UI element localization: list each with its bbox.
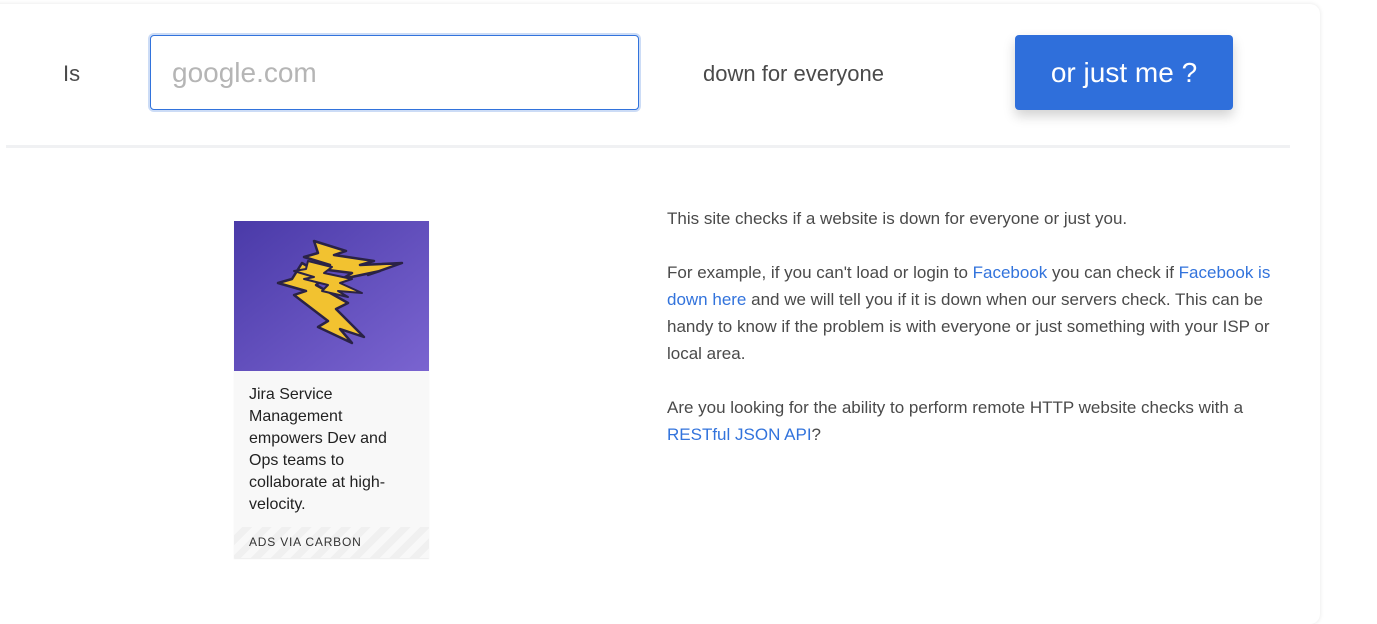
ad-text-link[interactable]: Jira Service Management empowers Dev and… [249, 384, 414, 516]
description-paragraph-1: This site checks if a website is down fo… [667, 209, 1128, 228]
p2-text-before: For example, if you can't load or login … [667, 263, 973, 282]
description-paragraph-3: Are you looking for the ability to perfo… [667, 394, 1277, 448]
lightning-bolt-ad-image[interactable] [234, 221, 429, 371]
is-label: Is [63, 61, 81, 86]
check-button[interactable]: or just me ? [1015, 35, 1233, 110]
description-content: This site checks if a website is down fo… [667, 205, 1277, 475]
facebook-link[interactable]: Facebook [973, 263, 1048, 282]
p3-text-before: Are you looking for the ability to perfo… [667, 398, 1244, 417]
restful-json-api-link[interactable]: RESTful JSON API [667, 425, 812, 444]
hero-divider [6, 145, 1290, 148]
carbon-ad: Jira Service Management empowers Dev and… [234, 221, 429, 558]
domain-input[interactable] [150, 35, 639, 110]
description-paragraph-2: For example, if you can't load or login … [667, 259, 1277, 367]
down-for-everyone-label: down for everyone [703, 61, 884, 86]
ads-via-carbon-link[interactable]: ADS VIA CARBON [234, 527, 429, 558]
p2-text-after: and we will tell you if it is down when … [667, 290, 1270, 363]
p2-text-middle: you can check if [1047, 263, 1179, 282]
p3-text-after: ? [811, 425, 822, 444]
